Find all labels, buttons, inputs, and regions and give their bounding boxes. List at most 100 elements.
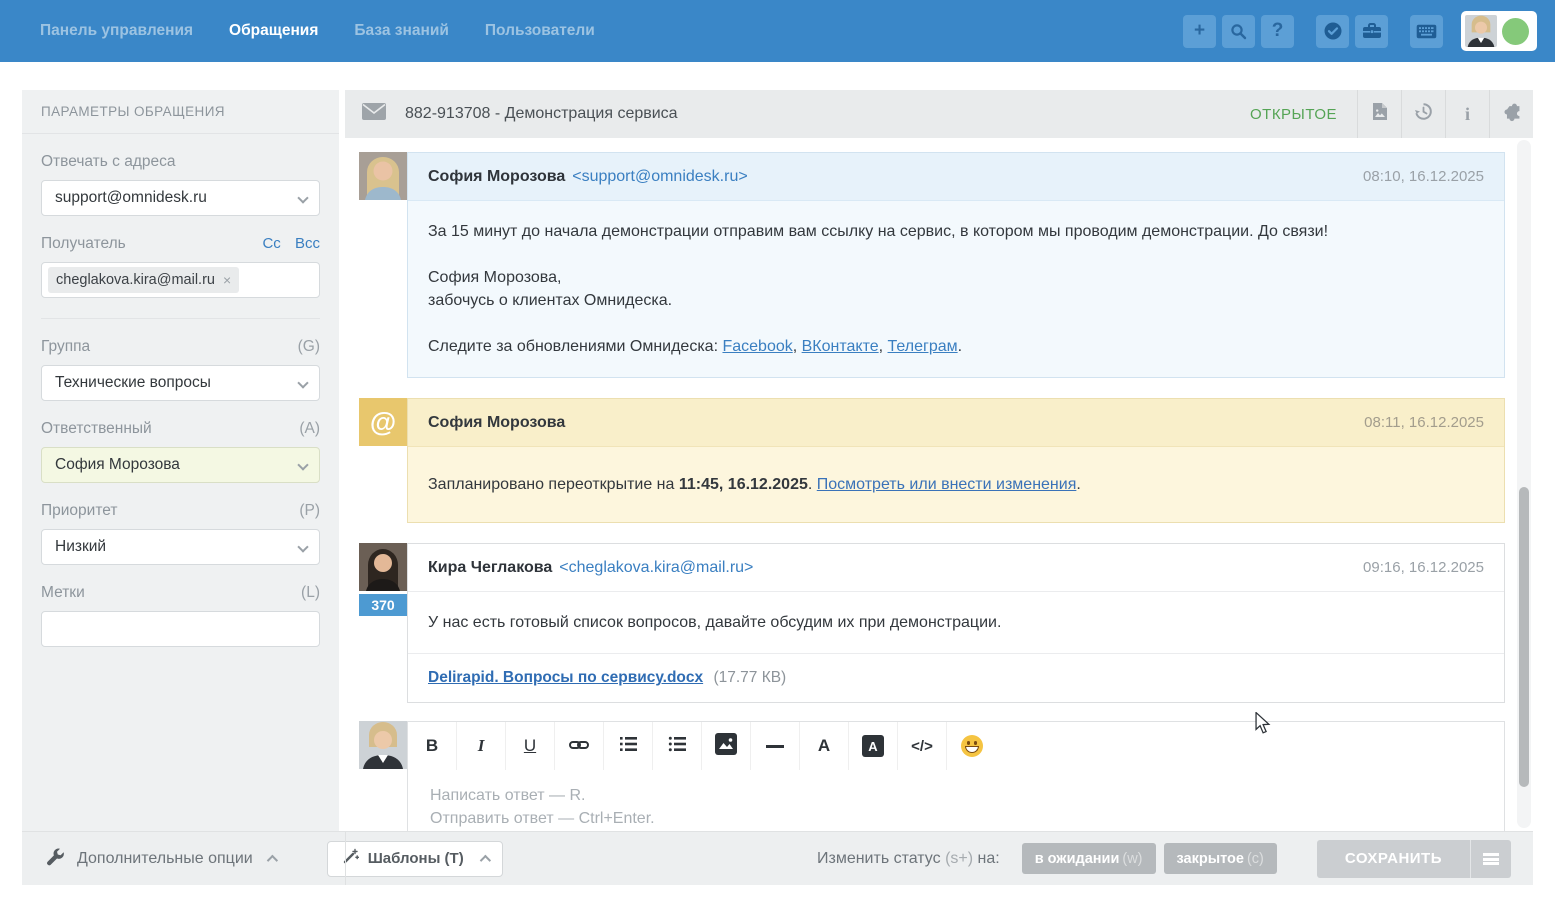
editor-placeholder: Написать ответ — R. bbox=[430, 784, 1482, 807]
templates-button[interactable]: Шаблоны (T) bbox=[327, 841, 503, 877]
message-timestamp: 08:10, 16.12.2025 bbox=[1363, 168, 1484, 185]
editor-toolbar: B I U bbox=[408, 722, 1504, 770]
help-button[interactable]: ? bbox=[1261, 15, 1294, 48]
question-icon: ? bbox=[1272, 20, 1284, 42]
facebook-link[interactable]: Facebook bbox=[722, 338, 792, 355]
chevron-up-icon bbox=[479, 854, 490, 865]
bullet-list-icon bbox=[668, 736, 686, 757]
nav-dashboard[interactable]: Панель управления bbox=[40, 22, 193, 40]
labels-hotkey: (L) bbox=[301, 584, 320, 602]
briefcase-button[interactable] bbox=[1355, 15, 1388, 48]
check-badge-icon bbox=[1323, 21, 1343, 41]
horizontal-rule-button[interactable] bbox=[751, 722, 800, 770]
history-icon bbox=[1414, 102, 1433, 126]
edit-reopen-link[interactable]: Посмотреть или внести изменения bbox=[817, 476, 1077, 493]
underline-button[interactable]: U bbox=[506, 722, 555, 770]
case-view: 882-913708 - Демонстрация сервиса ОТКРЫТ… bbox=[345, 90, 1533, 831]
ticket-status-badge[interactable]: ОТКРЫТОЕ bbox=[1250, 106, 1337, 123]
status-pending-button[interactable]: в ожидании (w) bbox=[1022, 843, 1156, 874]
chevron-down-icon bbox=[297, 377, 308, 388]
labels-input[interactable] bbox=[41, 611, 320, 647]
insert-link-button[interactable] bbox=[555, 722, 604, 770]
telegram-link[interactable]: Телеграм bbox=[888, 338, 958, 355]
message-author-email[interactable]: <cheglakova.kira@mail.ru> bbox=[559, 559, 753, 577]
search-button[interactable] bbox=[1222, 15, 1255, 48]
history-button[interactable] bbox=[1401, 90, 1445, 138]
online-status-dot[interactable] bbox=[1502, 18, 1529, 45]
emoji-icon bbox=[961, 735, 983, 757]
cc-link[interactable]: Cc bbox=[262, 235, 280, 252]
additional-options-toggle[interactable]: Дополнительные опции bbox=[46, 847, 275, 871]
bold-button[interactable]: B bbox=[408, 722, 457, 770]
emoji-button[interactable] bbox=[947, 722, 996, 770]
attachments-view-button[interactable] bbox=[1357, 90, 1401, 138]
italic-button[interactable]: I bbox=[457, 722, 506, 770]
code-button[interactable]: </> bbox=[898, 722, 947, 770]
message-header: София Морозова <support@omnidesk.ru> 08:… bbox=[408, 153, 1504, 201]
verified-button[interactable] bbox=[1316, 15, 1349, 48]
save-button[interactable]: СОХРАНИТЬ bbox=[1317, 840, 1470, 878]
chevron-up-icon bbox=[266, 854, 277, 865]
change-status-suffix: на: bbox=[973, 850, 1000, 867]
message-author-email[interactable]: <support@omnidesk.ru> bbox=[572, 168, 747, 186]
closed-hotkey: (c) bbox=[1247, 851, 1264, 867]
highlight-color-button[interactable]: A bbox=[849, 722, 898, 770]
recipient-label: Получатель bbox=[41, 235, 126, 253]
change-status-prefix: Изменить статус bbox=[817, 850, 945, 867]
main-nav: Панель управления Обращения База знаний … bbox=[40, 22, 595, 40]
current-agent-menu[interactable] bbox=[1461, 11, 1537, 51]
agent-avatar bbox=[359, 721, 407, 769]
info-button[interactable]: i bbox=[1445, 90, 1489, 138]
vkontakte-link[interactable]: ВКонтакте bbox=[802, 338, 879, 355]
nav-cases[interactable]: Обращения bbox=[229, 22, 318, 40]
follow-links-line: Следите за обновлениями Омнидеска: Faceb… bbox=[428, 335, 1484, 358]
assignee-label: Ответственный bbox=[41, 420, 152, 438]
message-item: София Морозова <support@omnidesk.ru> 08:… bbox=[359, 152, 1533, 378]
change-status-hotkey: (s+) bbox=[945, 850, 973, 867]
group-select[interactable]: Технические вопросы bbox=[41, 365, 320, 401]
separator: . bbox=[808, 476, 817, 493]
message-header: Кира Чеглакова <cheglakova.kira@mail.ru>… bbox=[408, 544, 1504, 592]
note-timestamp: 08:11, 16.12.2025 bbox=[1364, 414, 1484, 431]
status-closed-button[interactable]: закрытое (c) bbox=[1164, 843, 1277, 874]
bullet-list-button[interactable] bbox=[653, 722, 702, 770]
text-color-button[interactable]: A bbox=[800, 722, 849, 770]
assignee-select[interactable]: София Морозова bbox=[41, 447, 320, 483]
scrollbar-thumb[interactable] bbox=[1519, 487, 1529, 787]
insert-image-button[interactable] bbox=[702, 722, 751, 770]
save-options-button[interactable] bbox=[1471, 840, 1511, 878]
labels-label: Метки bbox=[41, 584, 85, 602]
system-note-item: @ София Морозова 08:11, 16.12.2025 Запла… bbox=[359, 398, 1533, 523]
group-label: Группа bbox=[41, 338, 90, 356]
signature-line: забочусь о клиентах Омнидеска. bbox=[428, 289, 1484, 312]
message-item: 370 Кира Чеглакова <cheglakova.kira@mail… bbox=[359, 543, 1533, 703]
nav-users[interactable]: Пользователи bbox=[485, 22, 595, 40]
assignee-value: София Морозова bbox=[55, 456, 180, 474]
ticket-title: 882-913708 - Демонстрация сервиса bbox=[405, 105, 678, 123]
recipient-input[interactable]: cheglakova.kira@mail.ru × bbox=[41, 262, 320, 298]
puzzle-icon bbox=[1502, 102, 1522, 127]
remove-recipient-icon[interactable]: × bbox=[223, 272, 231, 288]
closed-label: закрытое bbox=[1177, 851, 1244, 867]
add-case-button[interactable]: + bbox=[1183, 15, 1216, 48]
reply-from-select[interactable]: support@omnidesk.ru bbox=[41, 180, 320, 216]
integrations-button[interactable] bbox=[1489, 90, 1533, 138]
file-image-icon bbox=[1372, 102, 1388, 126]
pending-label: в ожидании bbox=[1035, 851, 1120, 867]
keyboard-shortcuts-button[interactable] bbox=[1410, 15, 1443, 48]
bcc-link[interactable]: Bcc bbox=[295, 235, 320, 252]
ordered-list-button[interactable] bbox=[604, 722, 653, 770]
priority-select[interactable]: Низкий bbox=[41, 529, 320, 565]
pending-hotkey: (w) bbox=[1122, 851, 1142, 867]
author-avatar bbox=[359, 152, 407, 200]
suffix: . bbox=[1076, 476, 1080, 493]
author-avatar bbox=[359, 543, 407, 591]
user-cases-count-badge[interactable]: 370 bbox=[359, 594, 407, 616]
reply-from-label: Отвечать с адреса bbox=[41, 153, 176, 171]
reply-from-value: support@omnidesk.ru bbox=[55, 189, 207, 207]
attachment-link[interactable]: Delirapid. Вопросы по сервису.docx bbox=[428, 669, 703, 686]
note-author: София Морозова bbox=[428, 414, 565, 432]
nav-knowledge-base[interactable]: База знаний bbox=[354, 22, 448, 40]
attachment-size: (17.77 КВ) bbox=[713, 669, 786, 686]
envelope-icon bbox=[362, 103, 386, 125]
